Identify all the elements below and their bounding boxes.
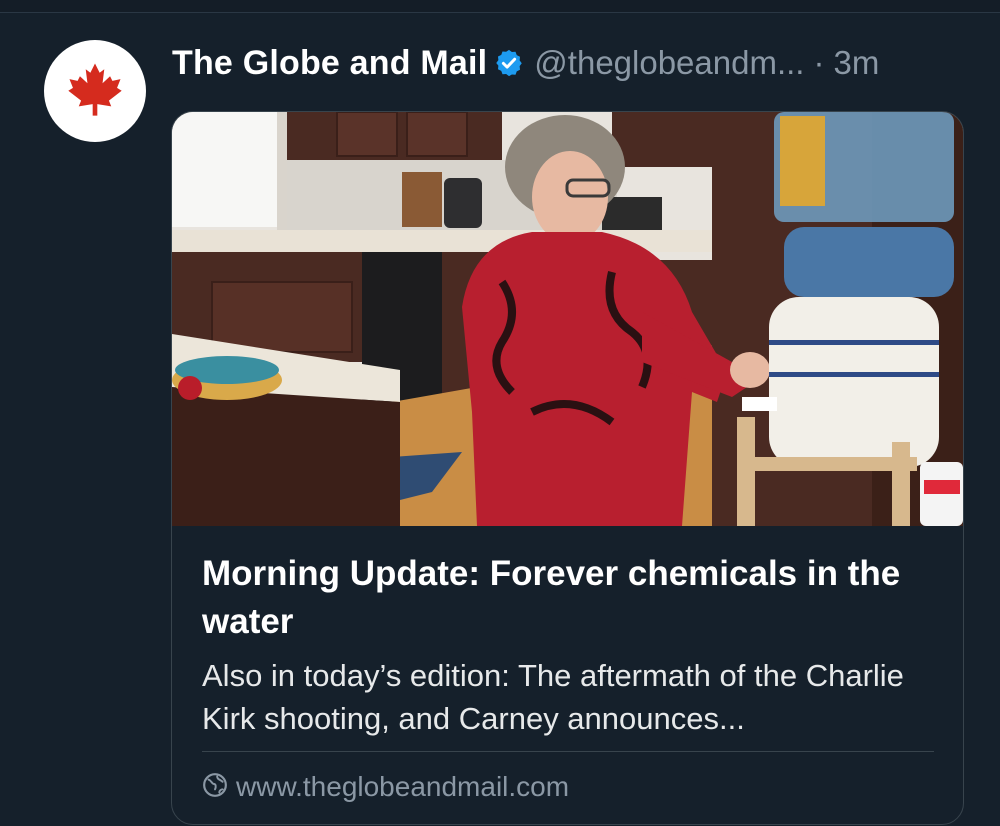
card-divider [202,751,934,752]
author-handle[interactable]: @theglobeandm... [534,44,804,82]
link-preview-card[interactable]: Morning Update: Forever chemicals in the… [171,111,964,825]
article-photo[interactable] [172,112,963,526]
card-domain-text: www.theglobeandmail.com [236,771,570,802]
separator-dot: · [813,44,825,81]
post-header: The Globe and Mail @theglobeandm... · 3m [172,41,879,85]
avatar[interactable] [44,40,146,142]
post[interactable]: The Globe and Mail @theglobeandm... · 3m [0,13,1000,826]
globe-icon [202,772,228,803]
verified-badge-icon[interactable] [494,48,524,78]
post-timestamp[interactable]: 3m [833,44,879,82]
card-description: Also in today’s edition: The aftermath o… [202,658,904,736]
author-name[interactable]: The Globe and Mail [172,44,487,83]
card-title[interactable]: Morning Update: Forever chemicals in the… [202,550,932,646]
card-domain[interactable]: www.theglobeandmail.com [202,769,569,805]
previous-post-divider [0,0,1000,13]
maple-leaf-icon [66,60,124,123]
